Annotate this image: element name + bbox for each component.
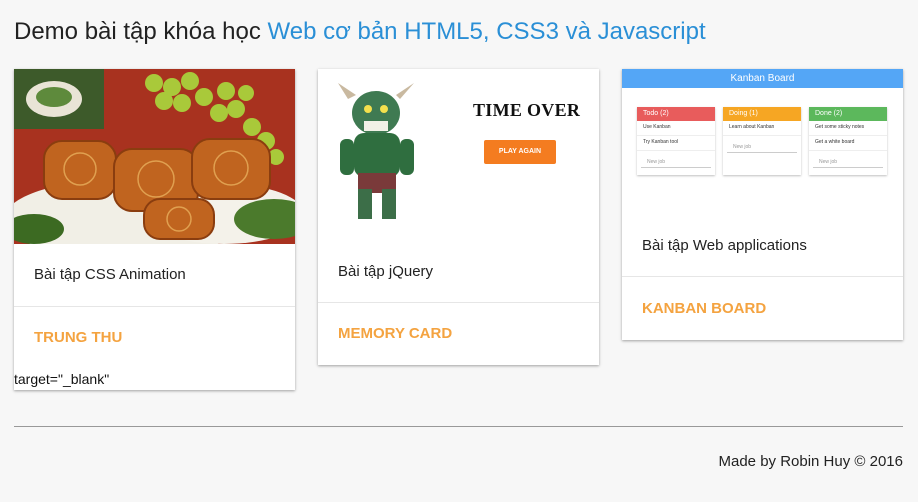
kanban-item: Try Kanban tool xyxy=(637,136,715,151)
card-css-animation: Bài tập CSS Animation TRUNG THU target="… xyxy=(14,69,295,390)
card-css-animation-text: Bài tập CSS Animation xyxy=(34,266,186,283)
kanban-board-link[interactable]: KANBAN BOARD xyxy=(642,300,766,317)
card-web-applications: Kanban Board Todo (2) Use Kanban Try Kan… xyxy=(622,69,903,340)
kanban-new-job: New job xyxy=(727,136,797,153)
trung-thu-link[interactable]: TRUNG THU xyxy=(34,329,122,346)
kanban-column-title: Todo (2) xyxy=(637,107,715,121)
mooncake-image[interactable] xyxy=(14,69,295,244)
kanban-title: Kanban Board xyxy=(622,69,903,88)
page-title-link[interactable]: Web cơ bản HTML5, CSS3 và Javascript xyxy=(268,18,706,45)
kanban-item: Use Kanban xyxy=(637,121,715,136)
card-jquery: TIME OVER PLAY AGAIN Bài tập jQuery MEMO… xyxy=(318,69,599,365)
card-divider xyxy=(318,302,599,303)
page-title-prefix: Demo bài tập khóa học xyxy=(14,18,261,45)
kanban-item: Get some sticky notes xyxy=(809,121,887,136)
page-title: Demo bài tập khóa học Web cơ bản HTML5, … xyxy=(14,18,706,46)
card-web-applications-text: Bài tập Web applications xyxy=(642,237,807,254)
kanban-column-todo: Todo (2) Use Kanban Try Kanban tool New … xyxy=(637,107,715,175)
stray-text: target="_blank" xyxy=(14,371,110,387)
kanban-item: Get a white board xyxy=(809,136,887,151)
game-title: TIME OVER xyxy=(473,100,581,120)
card-jquery-text: Bài tập jQuery xyxy=(338,263,434,280)
footer-text: Made by Robin Huy © 2016 xyxy=(718,453,904,470)
card-divider xyxy=(14,306,295,307)
kanban-column-title: Doing (1) xyxy=(723,107,801,121)
kanban-item: Learn about Kanban xyxy=(723,121,801,136)
play-again-button[interactable]: PLAY AGAIN xyxy=(484,140,556,164)
kanban-column-done: Done (2) Get some sticky notes Get a whi… xyxy=(809,107,887,175)
footer-divider xyxy=(14,426,903,427)
kanban-new-job: New job xyxy=(641,151,711,168)
memory-card-link[interactable]: MEMORY CARD xyxy=(338,325,452,342)
kanban-new-job: New job xyxy=(813,151,883,168)
kanban-column-title: Done (2) xyxy=(809,107,887,121)
kanban-column-doing: Doing (1) Learn about Kanban New job xyxy=(723,107,801,175)
card-divider xyxy=(622,276,903,277)
game-preview-image[interactable]: TIME OVER PLAY AGAIN xyxy=(318,69,599,229)
kanban-preview-image[interactable]: Kanban Board Todo (2) Use Kanban Try Kan… xyxy=(622,69,903,214)
